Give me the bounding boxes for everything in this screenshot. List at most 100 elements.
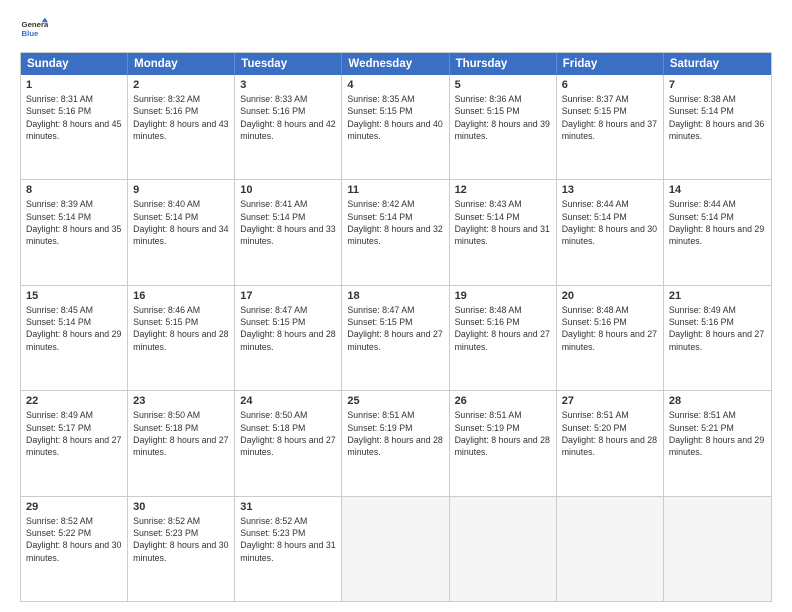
day-number: 3	[240, 79, 336, 91]
day-info: Sunrise: 8:52 AMSunset: 5:23 PMDaylight:…	[133, 515, 229, 564]
day-info: Sunrise: 8:41 AMSunset: 5:14 PMDaylight:…	[240, 198, 336, 247]
calendar-cell: 23Sunrise: 8:50 AMSunset: 5:18 PMDayligh…	[128, 391, 235, 495]
calendar-cell: 29 Sunrise: 8:52 AMSunset: 5:22 PMDayligh…	[21, 497, 128, 601]
calendar-cell: 18 Sunrise: 8:47 AMSunset: 5:15 PMDayligh…	[342, 286, 449, 390]
day-number: 25	[347, 395, 443, 407]
calendar-cell: 14 Sunrise: 8:44 AMSunset: 5:14 PMDayligh…	[664, 180, 771, 284]
svg-text:Blue: Blue	[22, 29, 40, 38]
calendar-cell: 3 Sunrise: 8:33 AMSunset: 5:16 PMDaylight…	[235, 75, 342, 179]
calendar: SundayMondayTuesdayWednesdayThursdayFrid…	[20, 52, 772, 602]
day-info: Sunrise: 8:51 AMSunset: 5:19 PMDaylight:…	[455, 409, 551, 458]
calendar-header: SundayMondayTuesdayWednesdayThursdayFrid…	[21, 53, 771, 75]
day-number: 14	[669, 184, 766, 196]
header-day-monday: Monday	[128, 53, 235, 75]
calendar-row-2: 1 Sunrise: 8:31 AMSunset: 5:16 PMDaylight…	[21, 75, 771, 179]
day-info: Sunrise: 8:52 AMSunset: 5:22 PMDaylight:…	[26, 515, 122, 564]
day-info: Sunrise: 8:32 AMSunset: 5:16 PMDaylight:…	[133, 93, 229, 142]
header: General Blue	[20, 16, 772, 44]
header-day-sunday: Sunday	[21, 53, 128, 75]
day-number: 6	[562, 79, 658, 91]
page: General Blue SundayMondayTuesdayWednesda…	[0, 0, 792, 612]
day-number: 10	[240, 184, 336, 196]
calendar-cell: 6 Sunrise: 8:37 AMSunset: 5:15 PMDaylight…	[557, 75, 664, 179]
calendar-cell: 2 Sunrise: 8:32 AMSunset: 5:16 PMDaylight…	[128, 75, 235, 179]
calendar-cell: 11 Sunrise: 8:42 AMSunset: 5:14 PMDayligh…	[342, 180, 449, 284]
day-number: 4	[347, 79, 443, 91]
day-info: Sunrise: 8:35 AMSunset: 5:15 PMDaylight:…	[347, 93, 443, 142]
day-number: 8	[26, 184, 122, 196]
day-info: Sunrise: 8:44 AMSunset: 5:14 PMDaylight:…	[562, 198, 658, 247]
calendar-cell: 13 Sunrise: 8:44 AMSunset: 5:14 PMDayligh…	[557, 180, 664, 284]
calendar-cell: 24Sunrise: 8:50 AMSunset: 5:18 PMDayligh…	[235, 391, 342, 495]
calendar-row-3: 8Sunrise: 8:39 AMSunset: 5:14 PMDaylight…	[21, 179, 771, 284]
day-info: Sunrise: 8:44 AMSunset: 5:14 PMDaylight:…	[669, 198, 766, 247]
calendar-cell: 12Sunrise: 8:43 AMSunset: 5:14 PMDayligh…	[450, 180, 557, 284]
day-info: Sunrise: 8:49 AMSunset: 5:16 PMDaylight:…	[669, 304, 766, 353]
calendar-cell: 19Sunrise: 8:48 AMSunset: 5:16 PMDayligh…	[450, 286, 557, 390]
calendar-cell: 16Sunrise: 8:46 AMSunset: 5:15 PMDayligh…	[128, 286, 235, 390]
day-number: 5	[455, 79, 551, 91]
calendar-cell: 20 Sunrise: 8:48 AMSunset: 5:16 PMDayligh…	[557, 286, 664, 390]
calendar-body: 1 Sunrise: 8:31 AMSunset: 5:16 PMDaylight…	[21, 75, 771, 601]
calendar-row-4: 15 Sunrise: 8:45 AMSunset: 5:14 PMDayligh…	[21, 285, 771, 390]
day-number: 22	[26, 395, 122, 407]
day-info: Sunrise: 8:51 AMSunset: 5:20 PMDaylight:…	[562, 409, 658, 458]
day-number: 20	[562, 290, 658, 302]
calendar-cell	[664, 497, 771, 601]
day-number: 31	[240, 501, 336, 513]
day-info: Sunrise: 8:36 AMSunset: 5:15 PMDaylight:…	[455, 93, 551, 142]
day-info: Sunrise: 8:50 AMSunset: 5:18 PMDaylight:…	[133, 409, 229, 458]
day-info: Sunrise: 8:52 AMSunset: 5:23 PMDaylight:…	[240, 515, 336, 564]
calendar-cell: 10 Sunrise: 8:41 AMSunset: 5:14 PMDayligh…	[235, 180, 342, 284]
calendar-cell: 26Sunrise: 8:51 AMSunset: 5:19 PMDayligh…	[450, 391, 557, 495]
calendar-cell: 5 Sunrise: 8:36 AMSunset: 5:15 PMDaylight…	[450, 75, 557, 179]
day-number: 1	[26, 79, 122, 91]
calendar-cell: 30 Sunrise: 8:52 AMSunset: 5:23 PMDayligh…	[128, 497, 235, 601]
day-info: Sunrise: 8:31 AMSunset: 5:16 PMDaylight:…	[26, 93, 122, 142]
day-number: 16	[133, 290, 229, 302]
header-day-friday: Friday	[557, 53, 664, 75]
calendar-cell	[342, 497, 449, 601]
calendar-cell: 25 Sunrise: 8:51 AMSunset: 5:19 PMDayligh…	[342, 391, 449, 495]
day-info: Sunrise: 8:51 AMSunset: 5:21 PMDaylight:…	[669, 409, 766, 458]
day-number: 30	[133, 501, 229, 513]
calendar-row-5: 22 Sunrise: 8:49 AMSunset: 5:17 PMDayligh…	[21, 390, 771, 495]
day-number: 9	[133, 184, 229, 196]
day-info: Sunrise: 8:33 AMSunset: 5:16 PMDaylight:…	[240, 93, 336, 142]
calendar-cell: 21 Sunrise: 8:49 AMSunset: 5:16 PMDayligh…	[664, 286, 771, 390]
day-number: 24	[240, 395, 336, 407]
header-day-saturday: Saturday	[664, 53, 771, 75]
day-info: Sunrise: 8:37 AMSunset: 5:15 PMDaylight:…	[562, 93, 658, 142]
calendar-row-6: 29 Sunrise: 8:52 AMSunset: 5:22 PMDayligh…	[21, 496, 771, 601]
day-number: 29	[26, 501, 122, 513]
calendar-cell: 22 Sunrise: 8:49 AMSunset: 5:17 PMDayligh…	[21, 391, 128, 495]
day-info: Sunrise: 8:47 AMSunset: 5:15 PMDaylight:…	[347, 304, 443, 353]
day-info: Sunrise: 8:42 AMSunset: 5:14 PMDaylight:…	[347, 198, 443, 247]
calendar-cell: 9 Sunrise: 8:40 AMSunset: 5:14 PMDaylight…	[128, 180, 235, 284]
day-number: 7	[669, 79, 766, 91]
day-info: Sunrise: 8:51 AMSunset: 5:19 PMDaylight:…	[347, 409, 443, 458]
day-number: 19	[455, 290, 551, 302]
day-info: Sunrise: 8:47 AMSunset: 5:15 PMDaylight:…	[240, 304, 336, 353]
calendar-cell: 31 Sunrise: 8:52 AMSunset: 5:23 PMDayligh…	[235, 497, 342, 601]
day-number: 17	[240, 290, 336, 302]
day-number: 15	[26, 290, 122, 302]
logo: General Blue	[20, 16, 48, 44]
header-day-thursday: Thursday	[450, 53, 557, 75]
day-info: Sunrise: 8:45 AMSunset: 5:14 PMDaylight:…	[26, 304, 122, 353]
calendar-cell: 27Sunrise: 8:51 AMSunset: 5:20 PMDayligh…	[557, 391, 664, 495]
day-info: Sunrise: 8:43 AMSunset: 5:14 PMDaylight:…	[455, 198, 551, 247]
day-info: Sunrise: 8:48 AMSunset: 5:16 PMDaylight:…	[562, 304, 658, 353]
day-number: 21	[669, 290, 766, 302]
day-info: Sunrise: 8:38 AMSunset: 5:14 PMDaylight:…	[669, 93, 766, 142]
day-number: 28	[669, 395, 766, 407]
day-info: Sunrise: 8:40 AMSunset: 5:14 PMDaylight:…	[133, 198, 229, 247]
day-number: 13	[562, 184, 658, 196]
calendar-cell	[450, 497, 557, 601]
day-number: 11	[347, 184, 443, 196]
calendar-cell: 8Sunrise: 8:39 AMSunset: 5:14 PMDaylight…	[21, 180, 128, 284]
day-number: 2	[133, 79, 229, 91]
day-number: 18	[347, 290, 443, 302]
day-info: Sunrise: 8:49 AMSunset: 5:17 PMDaylight:…	[26, 409, 122, 458]
calendar-cell: 4 Sunrise: 8:35 AMSunset: 5:15 PMDaylight…	[342, 75, 449, 179]
